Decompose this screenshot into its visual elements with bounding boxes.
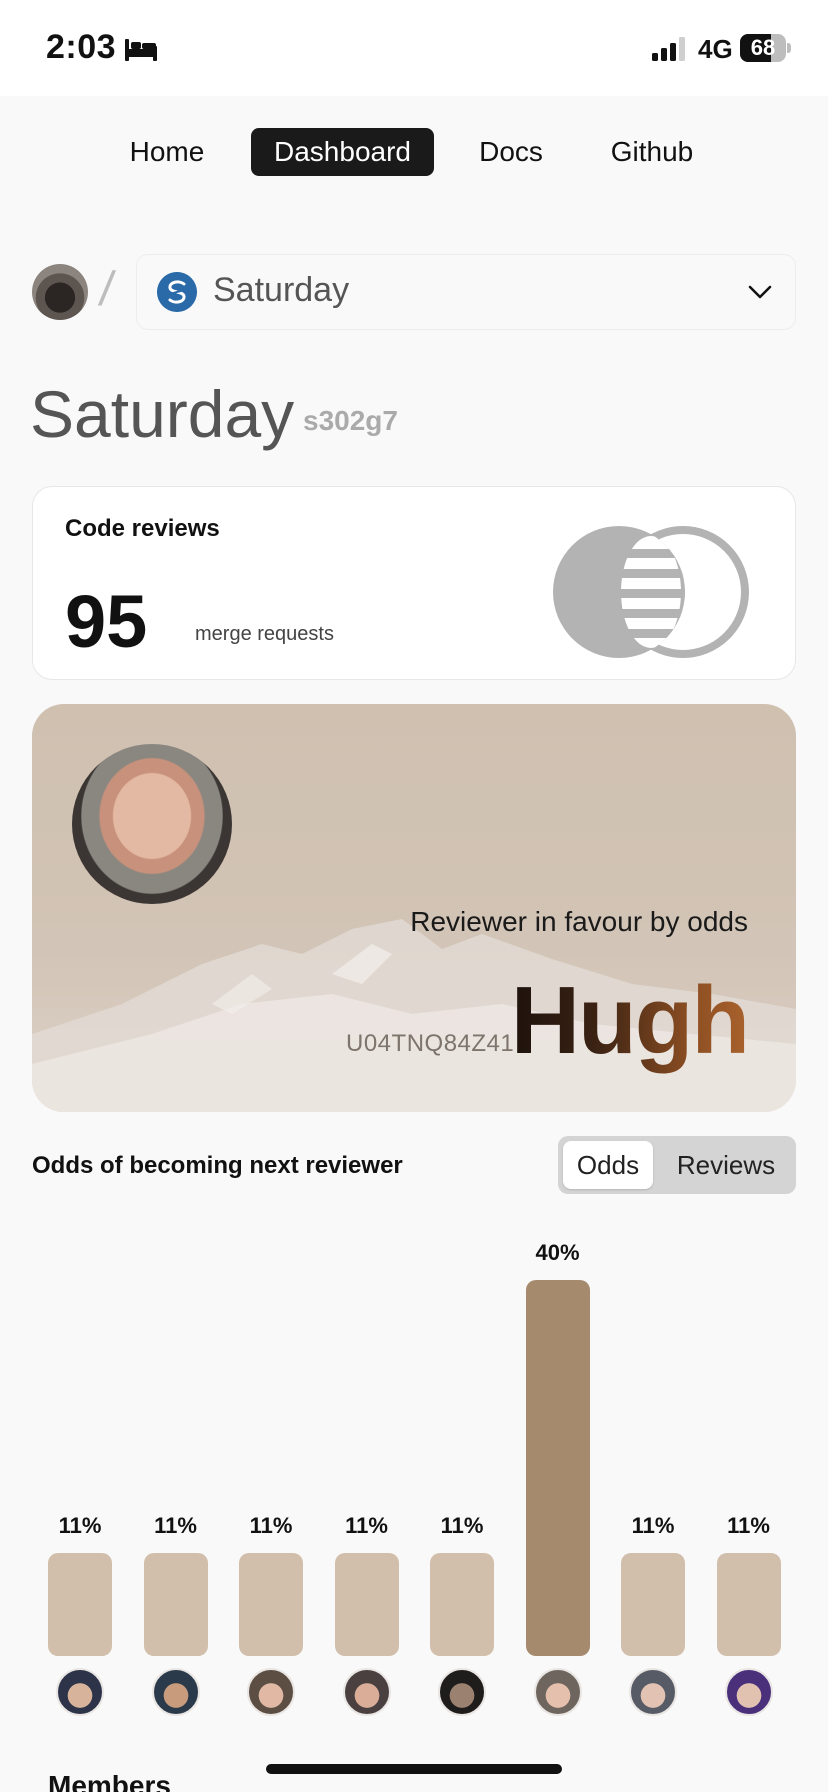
- member-avatar[interactable]: [629, 1668, 677, 1716]
- featured-reviewer-name: Hugh: [510, 967, 750, 1074]
- nav-home[interactable]: Home: [118, 128, 216, 176]
- odds-heading: Odds of becoming next reviewer: [32, 1152, 403, 1179]
- member-avatar[interactable]: [533, 1668, 582, 1716]
- nav-dashboard[interactable]: Dashboard: [251, 128, 434, 176]
- chart-bar: [48, 1552, 112, 1656]
- battery-icon: 68: [740, 34, 791, 62]
- project-selector[interactable]: Saturday: [136, 254, 796, 330]
- chart-bar-label: 11%: [440, 1512, 484, 1538]
- member-avatar[interactable]: [56, 1668, 104, 1716]
- chart-bar: [334, 1552, 399, 1656]
- chart-bar-label: 11%: [154, 1512, 197, 1538]
- chevron-down-icon: [748, 285, 772, 299]
- chart-bar: [430, 1552, 494, 1656]
- status-time: 2:03: [46, 28, 117, 66]
- avatar[interactable]: [32, 264, 88, 320]
- chart-bar-label: 11%: [249, 1512, 293, 1538]
- battery-level: 68: [750, 35, 776, 60]
- member-avatar[interactable]: [438, 1668, 486, 1716]
- odds-bar-chart: 11% 11% 11% 11% 11% 40% 11% 11%: [32, 1220, 796, 1720]
- home-indicator: [266, 1764, 562, 1774]
- chart-bar-label: 11%: [631, 1512, 675, 1538]
- project-selector-label: Saturday: [213, 271, 350, 309]
- chart-bar-label: 40%: [535, 1240, 580, 1265]
- bed-icon: [125, 39, 157, 61]
- toggle-odds[interactable]: Odds: [563, 1141, 653, 1189]
- member-avatar[interactable]: [342, 1668, 391, 1716]
- top-nav: Home Dashboard Docs Github: [0, 128, 828, 176]
- nav-github[interactable]: Github: [598, 128, 706, 176]
- status-bar: 2:03 4G 68: [0, 0, 828, 96]
- featured-reviewer-label: Reviewer in favour by odds: [410, 906, 748, 937]
- code-reviews-count: 95: [65, 580, 148, 663]
- toggle-reviews[interactable]: Reviews: [662, 1141, 790, 1189]
- featured-reviewer-avatar: [72, 744, 232, 904]
- chart-bar: [525, 1280, 590, 1656]
- code-reviews-unit: merge requests: [195, 623, 334, 645]
- members-heading: Members: [48, 1770, 171, 1792]
- chart-bar: [239, 1552, 303, 1656]
- featured-reviewer-id: U04TNQ84Z41: [346, 1030, 515, 1057]
- merge-icon: [553, 526, 749, 658]
- chart-bar: [143, 1552, 208, 1656]
- chart-bar-label: 11%: [727, 1512, 770, 1538]
- code-reviews-heading: Code reviews: [65, 515, 220, 542]
- project-id: s302g7: [303, 405, 398, 436]
- chart-bar: [716, 1552, 781, 1656]
- member-avatar[interactable]: [724, 1668, 773, 1716]
- nav-docs[interactable]: Docs: [468, 128, 554, 176]
- odds-reviews-toggle: Odds Reviews: [558, 1136, 796, 1194]
- chart-bar-label: 11%: [58, 1512, 102, 1538]
- signal-icon: [652, 37, 685, 61]
- breadcrumb-separator: /: [96, 263, 118, 316]
- network-label: 4G: [698, 34, 733, 64]
- chart-bar-label: 11%: [345, 1512, 388, 1538]
- member-avatar[interactable]: [247, 1668, 295, 1716]
- featured-reviewer-card: Reviewer in favour by odds U04TNQ84Z41 H…: [32, 704, 796, 1112]
- project-logo-icon: [157, 272, 197, 312]
- chart-bar: [621, 1552, 685, 1656]
- code-reviews-card: Code reviews 95 merge requests: [32, 486, 796, 680]
- member-avatar[interactable]: [151, 1668, 200, 1716]
- page-title: Saturday: [30, 377, 295, 451]
